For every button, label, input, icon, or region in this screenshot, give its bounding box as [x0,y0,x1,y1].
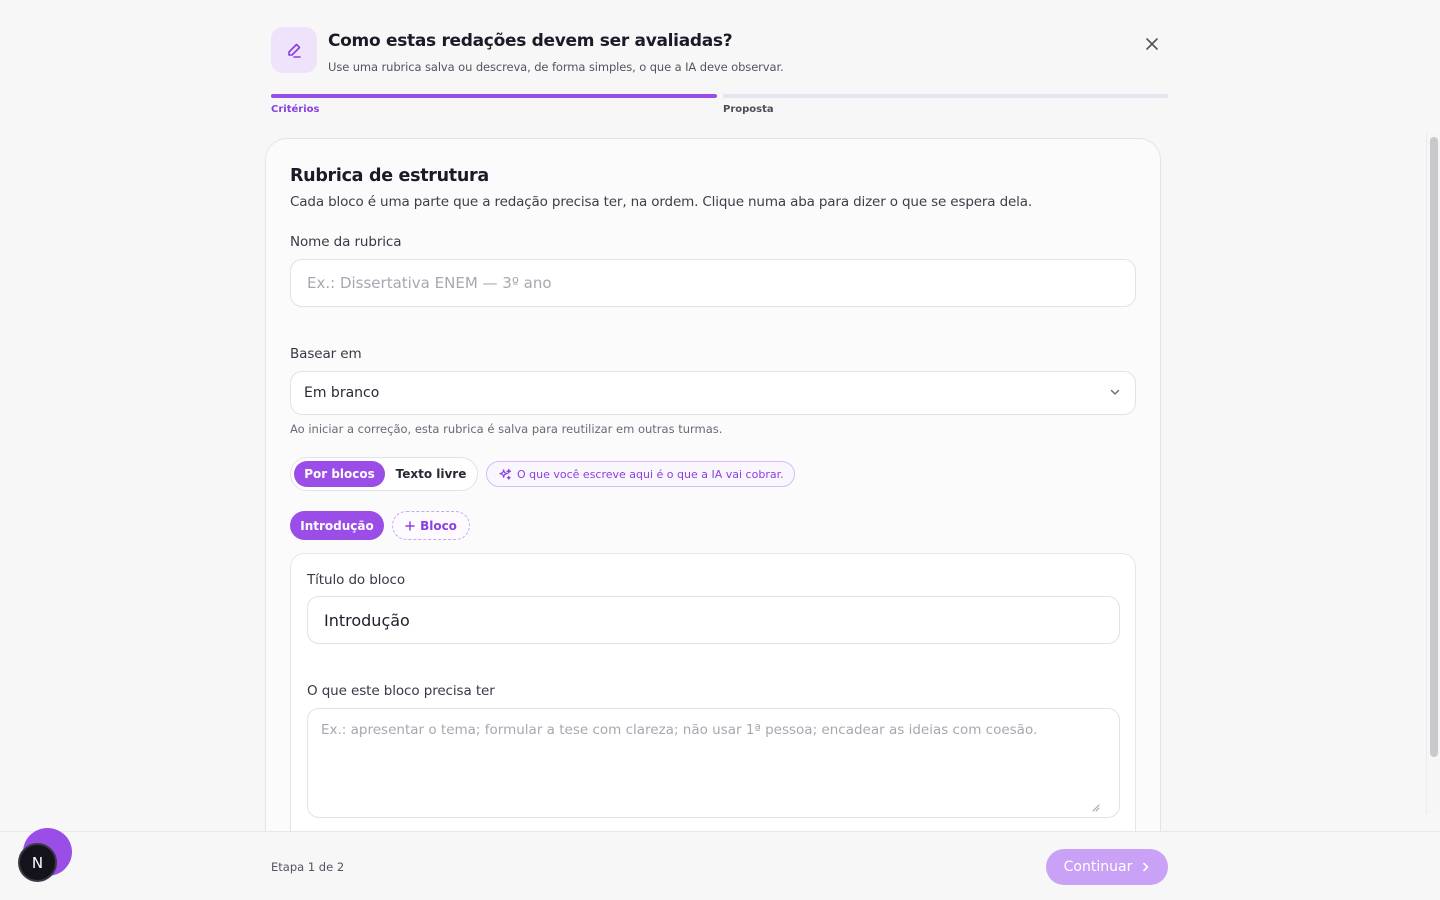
rubric-save-hint: Ao iniciar a correção, esta rubrica é sa… [290,422,723,436]
scrollbar[interactable] [1426,132,1440,814]
ai-info-text: O que você escreve aqui é o que a IA vai… [517,467,784,481]
step-label: Proposta [723,104,774,115]
block-title-label: Título do bloco [307,572,406,588]
step-progress-bar [723,94,1168,98]
base-on-label: Basear em [290,346,362,362]
chevron-right-icon [1143,862,1149,872]
rubric-name-input[interactable] [290,259,1136,307]
pencil-icon [271,27,317,73]
continue-button[interactable]: Continuar [1046,849,1168,885]
block-requirements-textarea[interactable] [307,708,1120,818]
step-proposta[interactable]: Proposta [723,94,1168,115]
card-title: Rubrica de estrutura [290,166,489,186]
mode-option-texto-livre[interactable]: Texto livre [388,461,474,487]
modal-subtitle: Use uma rubrica salva ou descreva, de fo… [328,60,784,74]
sparkles-icon [499,468,512,480]
chevron-down-icon [1110,389,1120,395]
continue-label: Continuar [1063,859,1133,875]
step-label: Critérios [271,104,320,115]
modal-title: Como estas redações devem ser avaliadas? [328,31,733,51]
scrollbar-thumb[interactable] [1430,137,1438,757]
block-requirements-label: O que este bloco precisa ter [307,683,495,699]
add-block-button[interactable]: Bloco [392,511,470,540]
close-button[interactable] [1143,35,1161,53]
step-progress-bar [271,94,717,98]
block-tab-introducao[interactable]: Introdução [290,511,384,540]
resize-handle-icon[interactable] [1092,804,1100,812]
plus-icon [405,520,415,531]
mode-toggle: Por blocos Texto livre [290,457,478,491]
stepper: Critérios Proposta [271,94,1168,118]
card-description: Cada bloco é uma parte que a redação pre… [290,194,1033,210]
dev-tools-badge[interactable]: N [18,843,57,882]
close-icon [1146,38,1158,50]
rubric-name-label: Nome da rubrica [290,234,402,250]
step-criterios[interactable]: Critérios [271,94,717,115]
base-on-select[interactable]: Em branco [290,371,1136,415]
modal-footer: Etapa 1 de 2 Continuar [0,831,1440,900]
rubric-card: Rubrica de estrutura Cada bloco é uma pa… [265,138,1161,859]
block-editor-panel: Título do bloco O que este bloco precisa… [290,553,1136,859]
base-on-selected-value: Em branco [304,385,380,401]
block-title-input[interactable] [307,596,1120,644]
dev-badge-letter: N [31,853,44,872]
modal-header: Como estas redações devem ser avaliadas?… [271,27,1168,77]
add-block-label: Bloco [420,518,457,533]
mode-option-por-blocos[interactable]: Por blocos [294,461,385,487]
step-count: Etapa 1 de 2 [271,860,345,874]
ai-info-badge: O que você escreve aqui é o que a IA vai… [486,461,795,487]
